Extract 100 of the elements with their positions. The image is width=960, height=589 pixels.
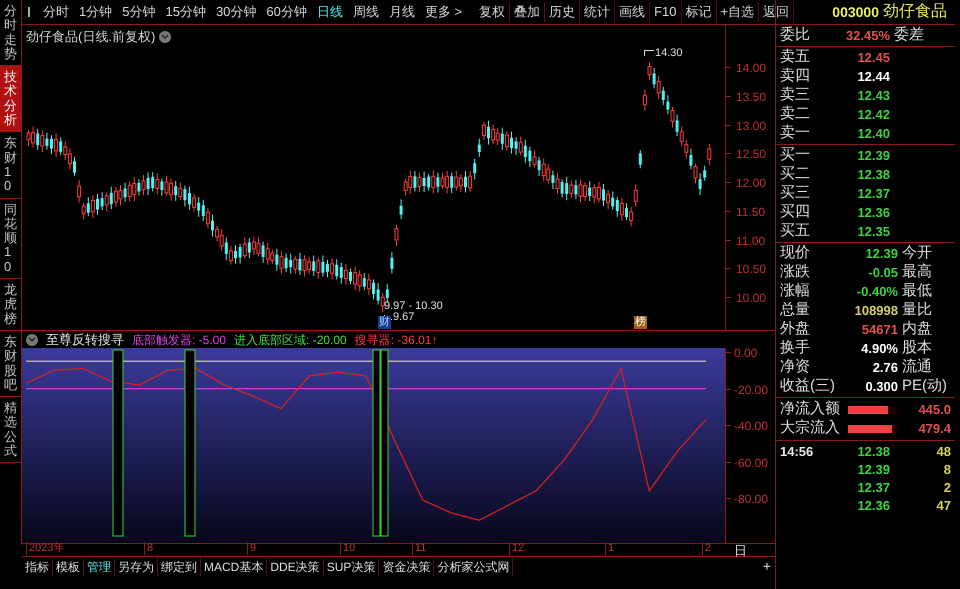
period-tab[interactable]: 分时 <box>38 2 74 22</box>
price-value: 12.35 <box>856 222 890 241</box>
toolbar-button[interactable]: +自选 <box>716 2 760 22</box>
add-tab-button[interactable]: + <box>758 556 775 577</box>
bottom-tab[interactable]: MACD基本 <box>201 558 268 576</box>
sidebar-tab[interactable]: 东财股吧 <box>4 330 17 396</box>
axis-label: -60.00 <box>734 455 768 472</box>
trade-time: 14:56 <box>780 443 814 462</box>
field-label: 买四 <box>780 202 811 222</box>
toolbar-button[interactable]: 标记 <box>682 2 716 22</box>
field-label: 卖四 <box>780 66 811 86</box>
field-value: 54671 <box>860 320 898 339</box>
price-value: 12.42 <box>856 106 890 124</box>
price-value: 12.37 <box>856 184 890 203</box>
field-label: 委差 <box>894 25 924 46</box>
bottom-tab[interactable]: 另存为 <box>115 558 158 576</box>
bottom-tab[interactable]: 资金决策 <box>379 558 434 576</box>
toolbar-button[interactable]: 复权 <box>475 2 510 22</box>
sidebar-tab[interactable]: 分时走势 <box>4 0 17 66</box>
toolbar-button[interactable]: F10 <box>650 2 682 22</box>
range-label: 9.97 - 10.30 <box>384 299 443 312</box>
field-label: 净流入额 <box>780 399 841 419</box>
field-value: -0.40% <box>856 282 898 301</box>
toolbar-button[interactable]: 统计 <box>580 2 616 22</box>
sidebar-tab[interactable]: 精选公式 <box>4 397 17 462</box>
toolbar-button[interactable]: 返回 <box>759 2 794 22</box>
period-tab[interactable]: 15分钟 <box>160 2 211 22</box>
leader-line <box>644 50 654 56</box>
axis-label: 0.00 <box>734 345 758 362</box>
bottom-tab[interactable]: DDE决策 <box>267 558 324 576</box>
field-value: 4.90% <box>860 340 898 358</box>
price-value: 12.36 <box>856 204 890 222</box>
field-label: 大宗流入 <box>780 418 841 438</box>
axis-label: 10.50 <box>736 261 766 278</box>
axis-label: -40.00 <box>734 418 768 435</box>
period-tab[interactable]: 更多 > <box>420 2 468 22</box>
field-label: 卖二 <box>780 104 811 124</box>
period-tab[interactable]: 60分钟 <box>261 2 312 22</box>
field-label: 最低 <box>902 281 932 302</box>
sidebar-tab[interactable]: 同花顺10 <box>4 198 17 278</box>
period-tab[interactable]: 30分钟 <box>210 2 262 22</box>
field-label: 外盘 <box>780 319 811 340</box>
period-tab[interactable]: 周线 <box>348 2 384 22</box>
up-arrow: ↑ <box>431 332 438 348</box>
price-value: 12.44 <box>856 68 890 86</box>
toolbar-button[interactable]: 叠加 <box>510 2 546 22</box>
field-label: 委比 <box>780 25 811 46</box>
field-value: 0.300 <box>864 378 898 396</box>
period-tab[interactable]: 日线 <box>312 2 348 22</box>
field-label: 内盘 <box>902 319 932 340</box>
low-price-label: 9.67 <box>393 310 414 325</box>
period-tab[interactable]: 1分钟 <box>74 2 118 22</box>
price-value: 12.38 <box>856 166 890 184</box>
field-value: 12.39 <box>864 244 898 263</box>
field-label: 总量 <box>780 300 811 320</box>
bottom-tab[interactable]: 分析家公式网 <box>434 558 514 576</box>
axis-label: 10 <box>340 542 356 555</box>
field-value: -0.05 <box>867 264 898 282</box>
axis-label: 11 <box>412 542 426 555</box>
axis-label: 1 <box>605 542 614 555</box>
field-value: 2.76 <box>872 358 898 377</box>
field-label: 买一 <box>780 145 811 166</box>
period-label: 日 <box>734 542 747 560</box>
trade-price: 12.36 <box>856 497 890 516</box>
sidebar-tab[interactable]: 东财10 <box>4 132 17 198</box>
period-tab[interactable]: 月线 <box>384 2 420 22</box>
event-marker[interactable]: 财 <box>378 316 391 329</box>
field-value: 32.45% <box>844 26 890 45</box>
axis-label: 8 <box>144 542 154 555</box>
chevron-icon[interactable] <box>26 334 38 346</box>
field-label: 卖五 <box>780 47 811 68</box>
bottom-tab[interactable]: 指标 <box>22 558 53 576</box>
chart-title: 劲仔食品(日线.前复权) <box>26 28 156 46</box>
field-label: 买五 <box>780 221 811 242</box>
bottom-tab[interactable]: SUP决策 <box>324 558 380 576</box>
axis-label: 12.00 <box>736 175 766 192</box>
price-value: 12.45 <box>856 48 890 67</box>
bottom-tab[interactable]: 绑定到 <box>158 558 201 576</box>
bottom-tab[interactable]: 模板 <box>53 558 84 576</box>
field-label: 今开 <box>902 243 932 263</box>
legend-item: 进入底部区域: -20.00 <box>234 332 347 348</box>
high-price-label: 14.30 <box>655 46 683 61</box>
price-value: 12.40 <box>856 124 890 143</box>
trade-price: 12.38 <box>856 443 890 462</box>
field-value: 479.4 <box>918 420 951 438</box>
field-label: 买三 <box>780 183 811 204</box>
legend-item: 底部触发器: -5.00 <box>132 332 226 348</box>
period-tab[interactable]: 5分钟 <box>117 2 160 22</box>
bottom-tab[interactable]: 管理 <box>84 558 115 576</box>
trade-price: 12.37 <box>856 479 890 498</box>
sidebar-tab[interactable]: 龙虎榜 <box>4 279 17 330</box>
toolbar-button[interactable]: 画线 <box>615 2 650 22</box>
axis-label: 14.00 <box>736 60 766 77</box>
toolbar-button[interactable]: 历史 <box>545 2 580 22</box>
chevron-icon[interactable] <box>159 30 172 43</box>
field-label: 股本 <box>902 338 932 358</box>
event-marker[interactable]: 榜 <box>634 316 647 329</box>
field-label: 净资 <box>780 357 811 378</box>
price-value: 12.39 <box>856 146 890 165</box>
indicator-name: 至尊反转搜寻 <box>46 330 124 349</box>
